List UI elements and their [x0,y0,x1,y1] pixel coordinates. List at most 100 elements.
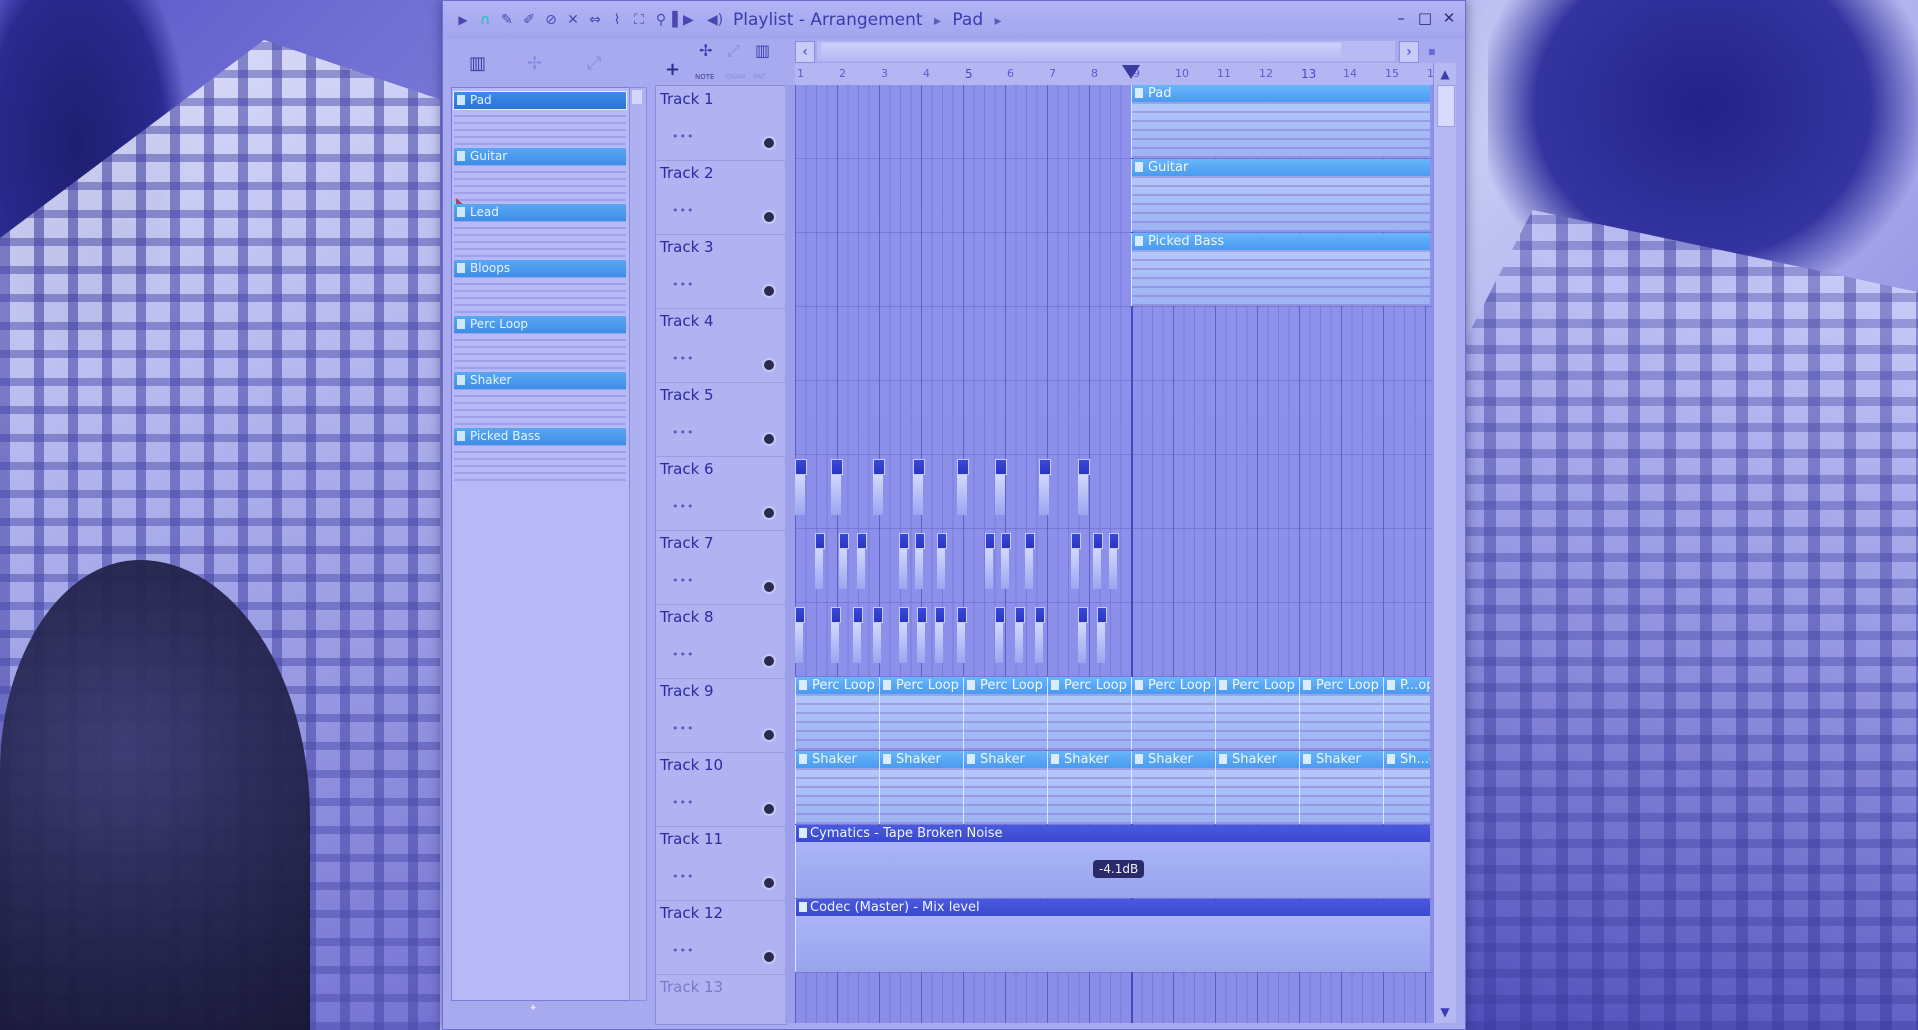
clip-picked-bass[interactable]: Picked Bass [1131,233,1430,306]
clip-shaker[interactable]: Shaker [963,751,1048,824]
note-block[interactable] [1097,607,1107,623]
mute-tool-icon[interactable]: ✕ [565,12,581,28]
clip-perc-loop[interactable]: Perc Loop [1215,677,1300,750]
note-block[interactable] [1015,607,1025,623]
clip-header[interactable]: Shaker [796,751,880,768]
note-block[interactable] [917,607,927,623]
track-header[interactable]: Track 5 ••• [656,382,786,457]
pattern-view-icon[interactable]: ▥ [469,53,486,74]
note-block[interactable] [839,533,849,549]
track-header[interactable]: Track 1 ••• [656,86,786,161]
track-mute-led[interactable] [762,358,776,372]
track-name[interactable]: Track 3 [660,238,714,256]
note-block[interactable] [1025,533,1035,549]
track-header[interactable]: Track 11 ••• [656,826,786,901]
timeline-ruler[interactable]: 12345678910111213141516 [795,63,1441,85]
track-name[interactable]: Track 10 [660,756,723,774]
clip-header[interactable]: Picked Bass [1132,233,1430,250]
clip-header[interactable]: Sh...er [1384,751,1430,768]
clip-header[interactable]: Perc Loop [880,677,964,694]
zoom-tool-icon[interactable]: ⚲ [653,12,669,28]
clip-header[interactable]: Perc Loop [1300,677,1384,694]
track-header[interactable]: Track 9 ••• [656,678,786,753]
track-mute-led[interactable] [762,802,776,816]
note-block[interactable] [1078,459,1090,475]
clip-header[interactable]: Pad [1132,85,1430,102]
clip-header[interactable]: Cymatics - Tape Broken Noise [796,825,1430,842]
track-options-icon[interactable]: ••• [672,648,694,661]
clip-header[interactable]: Shaker [880,751,964,768]
scroll-left-button[interactable]: ‹ [795,41,815,63]
pattern-icon[interactable]: ▥ [755,41,770,60]
track-name[interactable]: Track 7 [660,534,714,552]
vertical-scrollbar[interactable]: ▲ ▼ [1433,63,1456,1023]
clip-header[interactable]: Shaker [1132,751,1216,768]
clip-shaker[interactable]: Shaker [1299,751,1384,824]
playlist-overview[interactable]: ‹ › ▪ [795,39,1447,63]
pattern-item-header[interactable]: Shaker [454,372,626,389]
note-block[interactable] [1071,533,1081,549]
track-name[interactable]: Track 9 [660,682,714,700]
track-options-icon[interactable]: ••• [672,796,694,809]
note-block[interactable] [795,459,807,475]
clip-pad[interactable]: Pad [1131,85,1430,158]
track-mute-led[interactable] [762,432,776,446]
note-block[interactable] [815,533,825,549]
close-button[interactable]: ✕ [1439,9,1459,27]
note-block[interactable] [913,459,925,475]
track-mute-led[interactable] [762,580,776,594]
delete-tool-icon[interactable]: ⊘ [543,12,559,28]
track-options-icon[interactable]: ••• [672,944,694,957]
clip-shaker[interactable]: Shaker [1047,751,1132,824]
track-options-icon[interactable]: ••• [672,870,694,883]
track-mute-led[interactable] [762,654,776,668]
clip-header[interactable]: P...op [1384,677,1430,694]
track-header[interactable]: Track 10 ••• [656,752,786,827]
note-block[interactable] [985,533,995,549]
note-block[interactable] [1001,533,1011,549]
note-block[interactable] [899,607,909,623]
audio-view-icon[interactable]: ✢ [527,53,542,74]
note-block[interactable] [853,607,863,623]
scroll-up-icon[interactable]: ▲ [1436,65,1454,83]
track-mute-led[interactable] [762,728,776,742]
track-options-icon[interactable]: ••• [672,722,694,735]
playback-tool-icon[interactable]: ▌▶ [672,12,694,28]
track-header[interactable]: Track 7 ••• [656,530,786,605]
clip-header[interactable]: Perc Loop [1216,677,1300,694]
note-block[interactable] [795,607,805,623]
picker-scroll-thumb[interactable] [632,90,642,104]
note-block[interactable] [899,533,909,549]
title-bar[interactable]: ▶ ∩ ✎ ✐ ⊘ ✕ ⇔ ⌇ ⛶ ⚲ ▌▶ ◀) Playlist - Arr… [443,1,1465,39]
clip-perc-loop[interactable]: Perc Loop [795,677,880,750]
track-mute-led[interactable] [762,506,776,520]
note-block[interactable] [937,533,947,549]
track-header[interactable]: Track 8 ••• [656,604,786,679]
clip-perc-loop[interactable]: Perc Loop [1299,677,1384,750]
track-name[interactable]: Track 12 [660,904,723,922]
track-header[interactable]: Track 12 ••• [656,900,786,975]
track-header[interactable]: Track 3 ••• [656,234,786,309]
clip-shaker[interactable]: Shaker [879,751,964,824]
track-header[interactable]: Track 4 ••• [656,308,786,383]
picker-scrollbar[interactable] [629,87,647,1001]
note-block[interactable] [935,607,945,623]
automation-view-icon[interactable]: ⤢ [587,53,601,74]
track-mute-led[interactable] [762,284,776,298]
clip-header[interactable]: Guitar [1132,159,1430,176]
clip-header[interactable]: Perc Loop [1132,677,1216,694]
note-block[interactable] [857,533,867,549]
channel-icon[interactable]: ⤢ [727,41,740,61]
note-block[interactable] [915,533,925,549]
track-name[interactable]: Track 11 [660,830,723,848]
slip-tool-icon[interactable]: ⇔ [587,12,603,28]
note-block[interactable] [1109,533,1119,549]
clip-header[interactable]: Perc Loop [796,677,880,694]
clip-shaker[interactable]: Sh...er [1383,751,1430,824]
track-header[interactable]: Track 13 [656,974,786,1024]
pattern-item-header[interactable]: Perc Loop [454,316,626,333]
track-name[interactable]: Track 5 [660,386,714,404]
track-options-icon[interactable]: ••• [672,426,694,439]
options-arrow-icon[interactable]: ▶ [455,12,471,28]
pattern-item[interactable]: Shaker [454,372,626,428]
